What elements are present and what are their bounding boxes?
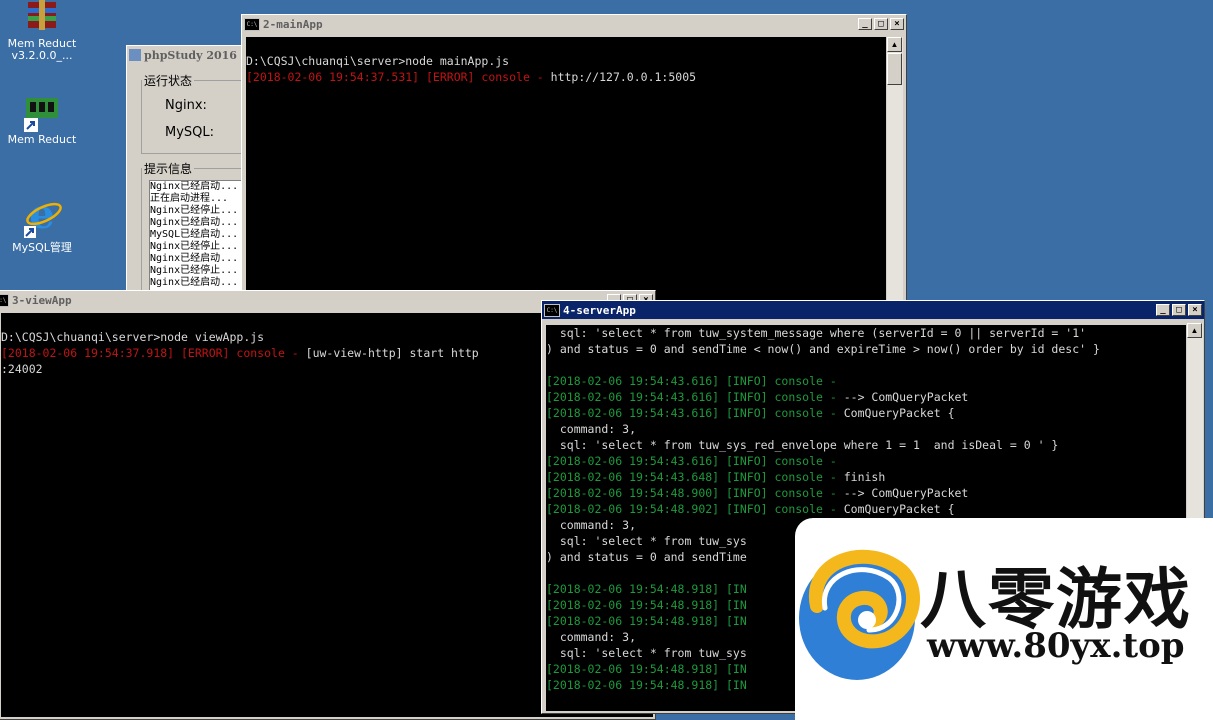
console-line: [2018-02-06 19:54:43.648] [INFO] console… — [546, 469, 1186, 485]
console-text: --> ComQueryPacket — [843, 486, 969, 500]
console-line: sql: 'select * from tuw_sys_red_envelope… — [546, 437, 1186, 453]
console-text: [2018-02-06 19:54:48.918] [IN — [546, 614, 747, 628]
console-text: sql: 'select * from tuw_sys — [546, 646, 747, 660]
desktop-icon-mem-reduct-installer[interactable]: Mem Reduct v3.2.0.0_... — [2, 0, 82, 62]
console-line: [2018-02-06 19:54:43.616] [INFO] console… — [546, 373, 1186, 389]
main-app-titlebar[interactable]: C:\ 2-mainApp _ □ × — [242, 15, 906, 33]
main-app-scrollbar[interactable]: ▲ — [887, 37, 903, 305]
console-text: [2018-02-06 19:54:43.616] [INFO] console… — [546, 406, 844, 420]
console-text: [2018-02-06 19:54:43.616] [INFO] console… — [546, 390, 844, 404]
console-line: [2018-02-06 19:54:48.902] [INFO] console… — [546, 501, 1186, 517]
desktop-icon-label: Mem Reduct — [7, 133, 77, 146]
console-text: ComQueryPacket { — [843, 502, 955, 516]
scroll-thumb[interactable] — [887, 53, 902, 85]
main-app-title: 2-mainApp — [263, 17, 323, 31]
hint-list-item[interactable]: Nginx已经停止... — [150, 205, 250, 217]
phpstudy-titlebar[interactable]: phpStudy 2016 — [127, 46, 255, 64]
hint-list-item[interactable]: 正在启动进程... — [150, 193, 250, 205]
console-text: D:\CQSJ\chuanqi\server>node viewApp.js — [1, 330, 265, 344]
console-line: [2018-02-06 19:54:43.616] [INFO] console… — [546, 389, 1186, 405]
status-group-label: 运行状态 — [144, 74, 193, 88]
status-group: 运行状态 — [141, 72, 253, 154]
nginx-label: Nginx: — [165, 98, 207, 113]
console-text: :24002 — [1, 362, 43, 376]
console-line: command: 3, — [546, 421, 1186, 437]
console-text: ) and status = 0 and sendTime — [546, 550, 747, 564]
minimize-button[interactable]: _ — [858, 18, 872, 30]
swirl-logo-icon — [799, 549, 920, 680]
main-app-console-output[interactable]: D:\CQSJ\chuanqi\server>node mainApp.js [2… — [246, 37, 886, 305]
console-text: --> ComQueryPacket — [843, 390, 969, 404]
phpstudy-window[interactable]: phpStudy 2016 运行状态 Nginx: MySQL: 提示信息 Ng… — [126, 45, 256, 300]
hint-list-item[interactable]: Nginx已经停止... — [150, 265, 250, 277]
server-app-titlebar[interactable]: C:\ 4-serverApp _ □ × — [542, 301, 1204, 319]
console-line: [2018-02-06 19:54:48.900] [INFO] console… — [546, 485, 1186, 501]
memory-chip-icon — [22, 96, 62, 132]
console-text: [2018-02-06 19:54:37.531] [ERROR] consol… — [246, 70, 551, 84]
console-icon: C:\ — [244, 17, 260, 31]
maximize-button[interactable]: □ — [1172, 304, 1186, 316]
console-line: ) and status = 0 and sendTime < now() an… — [546, 341, 1186, 357]
console-text: [2018-02-06 19:54:43.648] [INFO] console… — [546, 470, 844, 484]
hint-listbox[interactable]: Nginx已经启动... 正在启动进程... Nginx已经停止... Nginx已经… — [149, 180, 251, 294]
console-text: sql: 'select * from tuw_system_message w… — [546, 326, 1087, 340]
hint-list-item[interactable]: Nginx已经启动... — [150, 253, 250, 265]
console-text: ) and status = 0 and sendTime < now() an… — [546, 342, 1100, 356]
desktop-icon-mem-reduct[interactable]: Mem Reduct — [2, 96, 82, 146]
console-text: [2018-02-06 19:54:43.616] [INFO] console… — [546, 374, 844, 388]
console-text: [2018-02-06 19:54:48.918] [IN — [546, 678, 747, 692]
maximize-button[interactable]: □ — [874, 18, 888, 30]
desktop-icon-label: MySQL管理 — [12, 241, 72, 254]
console-text: D:\CQSJ\chuanqi\server>node mainApp.js — [246, 54, 510, 68]
hint-list-item[interactable]: MySQL已经启动... — [150, 229, 250, 241]
console-text: [2018-02-06 19:54:48.918] [IN — [546, 582, 747, 596]
console-text: [2018-02-06 19:54:43.616] [INFO] console… — [546, 454, 844, 468]
console-text: sql: 'select * from tuw_sys — [546, 534, 747, 548]
console-icon: C:\ — [544, 303, 560, 317]
hint-group-label: 提示信息 — [144, 162, 193, 176]
console-icon: C:\ — [0, 293, 9, 307]
hint-list-item[interactable]: Nginx已经启动... — [150, 181, 250, 193]
view-app-title: 3-viewApp — [12, 293, 72, 307]
hint-list-item[interactable]: Nginx已经停止... — [150, 241, 250, 253]
phpstudy-app-icon — [129, 49, 141, 61]
scroll-up-button[interactable]: ▲ — [1187, 323, 1202, 338]
close-button[interactable]: × — [890, 18, 904, 30]
desktop-icon-label: Mem Reduct v3.2.0.0_... — [7, 37, 77, 62]
internet-explorer-icon: e — [22, 191, 62, 240]
hint-list-item[interactable]: Nginx已经启动... — [150, 217, 250, 229]
console-text: finish — [843, 470, 886, 484]
console-text: ComQueryPacket { — [843, 406, 955, 420]
server-app-title: 4-serverApp — [563, 303, 636, 317]
console-text: [uw-view-http] start http — [305, 346, 479, 360]
minimize-button[interactable]: _ — [1156, 304, 1170, 316]
console-line: sql: 'select * from tuw_system_message w… — [546, 325, 1186, 341]
console-text: [2018-02-06 19:54:37.918] [ERROR] consol… — [1, 346, 306, 360]
console-text: [2018-02-06 19:54:48.900] [INFO] console… — [546, 486, 844, 500]
console-text: http://127.0.0.1:5005 — [550, 70, 697, 84]
console-text: command: 3, — [546, 422, 637, 436]
close-button[interactable]: × — [1188, 304, 1202, 316]
console-text: [2018-02-06 19:54:48.902] [INFO] console… — [546, 502, 844, 516]
console-text: command: 3, — [546, 630, 637, 644]
watermark-url: www.80yx.top — [927, 626, 1185, 666]
console-line: [2018-02-06 19:54:43.616] [INFO] console… — [546, 405, 1186, 421]
desktop-icon-mysql-admin[interactable]: e MySQL管理 — [2, 191, 82, 254]
watermark-logo-card: 八零游戏 www.80yx.top — [795, 518, 1213, 720]
winrar-archive-icon — [22, 0, 62, 36]
mysql-label: MySQL: — [165, 125, 215, 140]
console-line: D:\CQSJ\chuanqi\server>node mainApp.js — [246, 53, 886, 69]
scroll-up-button[interactable]: ▲ — [887, 37, 902, 52]
console-text: sql: 'select * from tuw_sys_red_envelope… — [546, 438, 1059, 452]
phpstudy-title: phpStudy 2016 — [144, 48, 237, 62]
console-text: [2018-02-06 19:54:48.918] [IN — [546, 662, 747, 676]
console-text: command: 3, — [546, 518, 637, 532]
console-text: [2018-02-06 19:54:48.918] [IN — [546, 598, 747, 612]
hint-list-item[interactable]: Nginx已经启动... — [150, 277, 250, 289]
console-line: [2018-02-06 19:54:43.616] [INFO] console… — [546, 453, 1186, 469]
main-app-console-window[interactable]: C:\ 2-mainApp _ □ × D:\CQSJ\chuanqi\serv… — [241, 14, 907, 305]
console-line: [2018-02-06 19:54:37.531] [ERROR] consol… — [246, 69, 886, 85]
